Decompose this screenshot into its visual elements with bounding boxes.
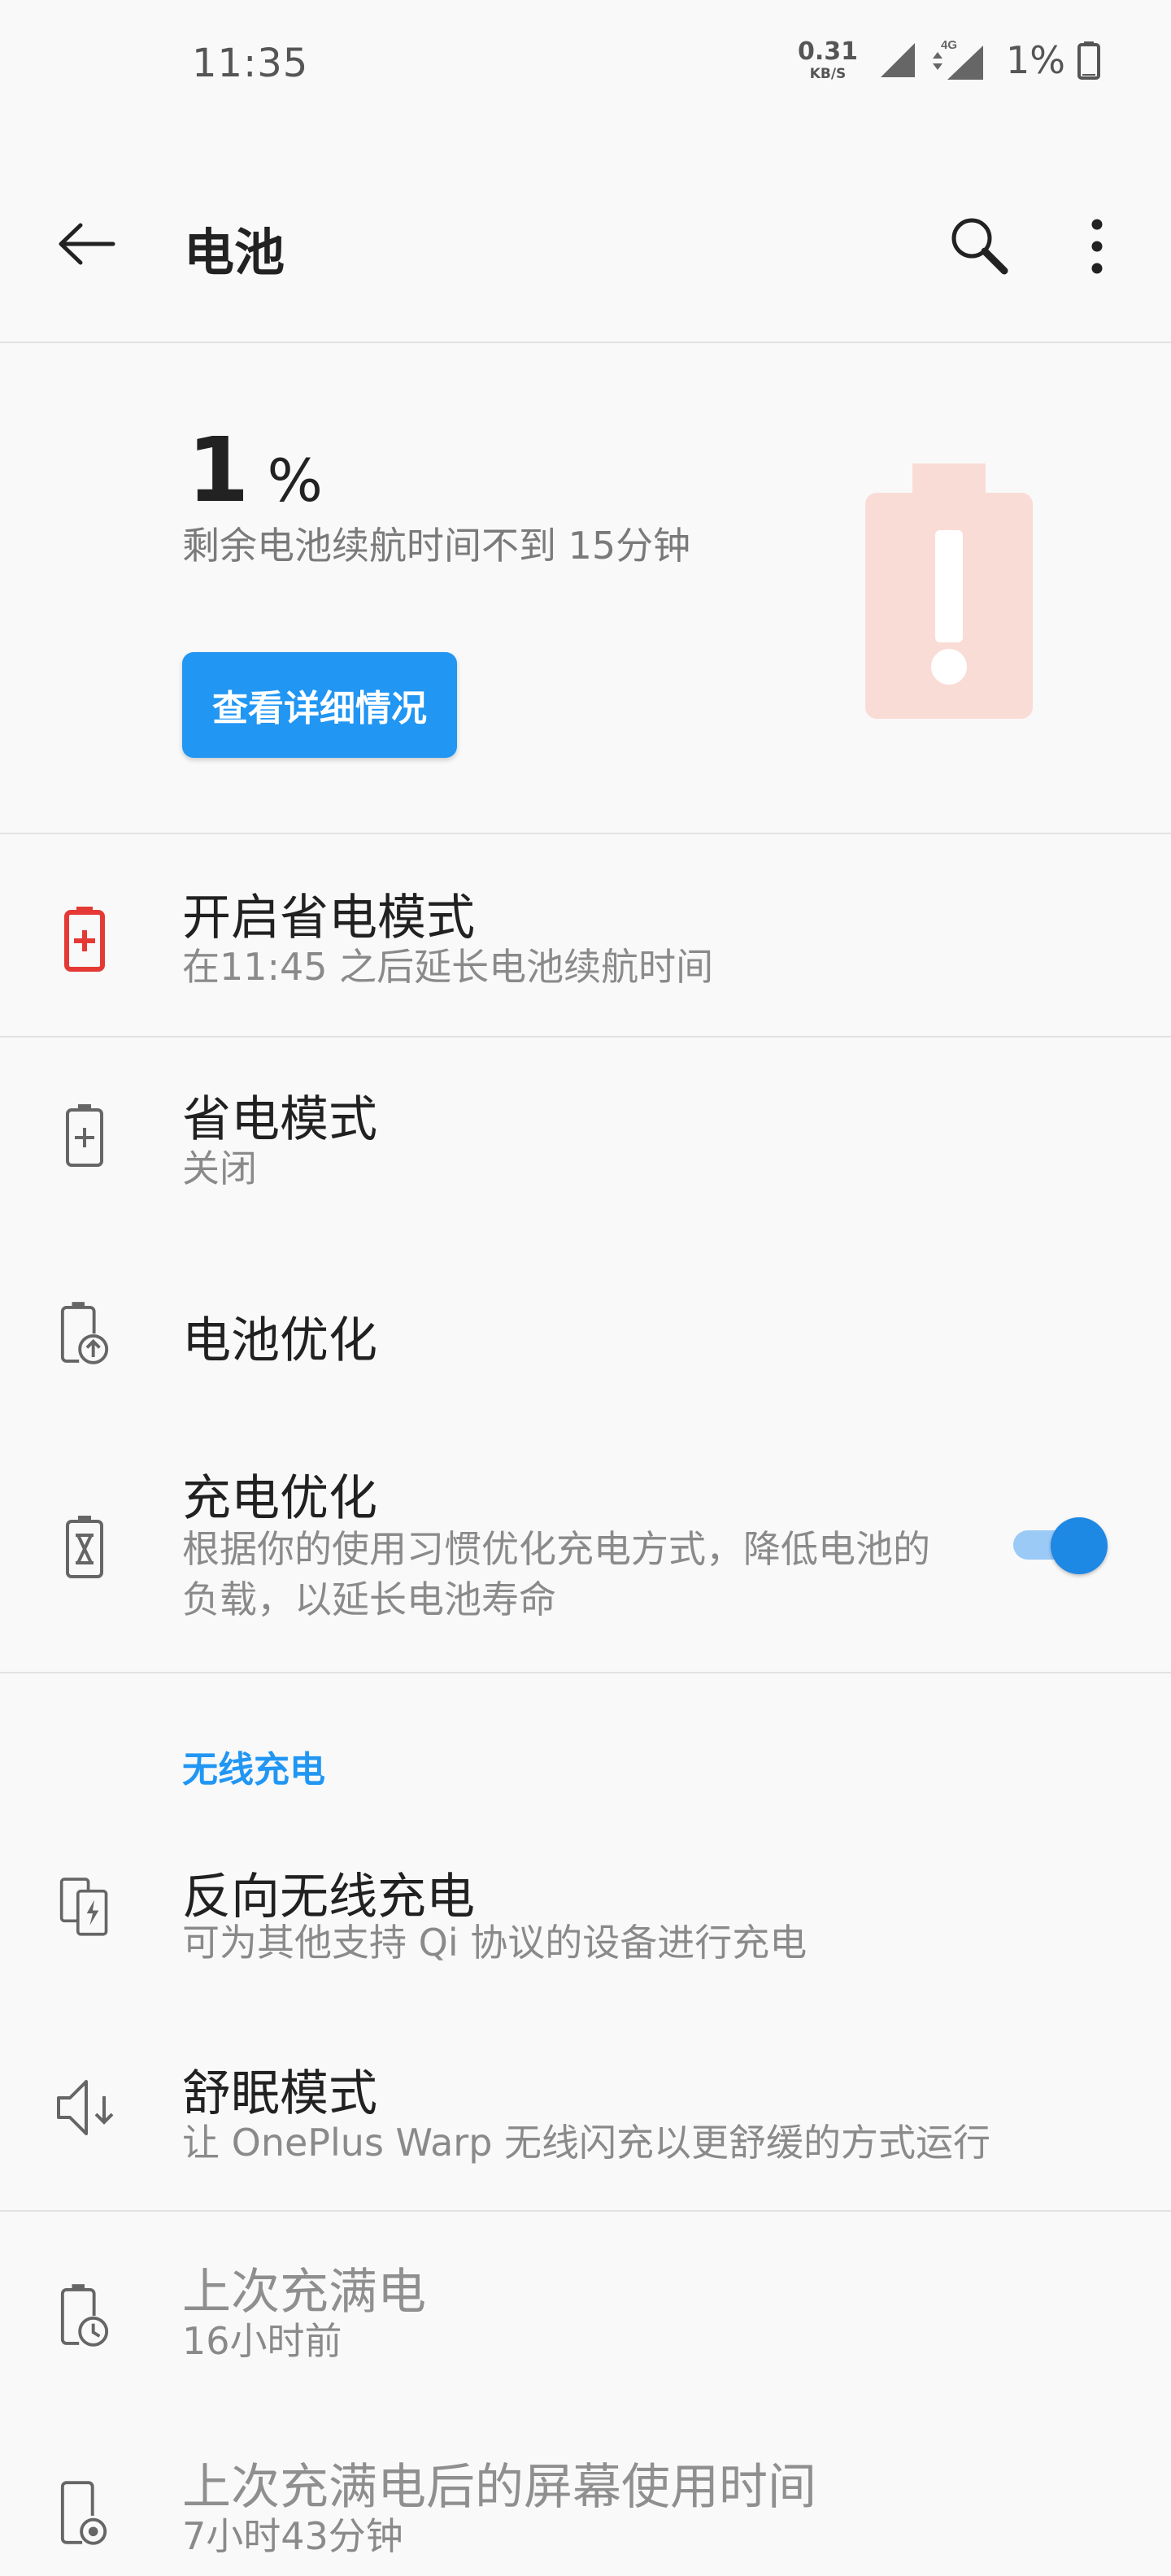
screen-usage-title: 上次充满电后的屏幕使用时间 — [182, 2459, 816, 2516]
battery-level-value: 1 — [187, 418, 250, 522]
reverse-wireless-charging-item[interactable]: 反向无线充电 可为其他支持 Qi 协议的设备进行充电 — [0, 1813, 1171, 2008]
power-saving-mode-status: 关闭 — [182, 1147, 257, 1190]
network-speed-unit: KB/S — [809, 65, 847, 82]
app-bar: 电池 — [0, 130, 1171, 343]
battery-status-icon — [1077, 41, 1100, 80]
network-type-label: 4G — [941, 38, 957, 52]
enable-power-saving-subtitle: 在11:45 之后延长电池续航时间 — [182, 945, 714, 989]
signal-icon — [881, 43, 916, 77]
battery-level-unit: % — [267, 446, 323, 515]
view-details-button[interactable]: 查看详细情况 — [182, 652, 457, 758]
battery-optimization-title: 电池优化 — [182, 1312, 377, 1369]
battery-level: 1 % — [187, 418, 323, 522]
page-title: 电池 — [184, 223, 285, 282]
sleep-mode-item[interactable]: 舒眠模式 让 OnePlus Warp 无线闪充以更舒缓的方式运行 — [0, 2008, 1171, 2210]
charging-optimization-subtitle: 根据你的使用习惯优化充电方式，降低电池的负载，以延长电池寿命 — [182, 1527, 930, 1621]
sleep-mode-title: 舒眠模式 — [182, 2065, 377, 2122]
battery-plus-icon — [59, 1094, 111, 1176]
power-saving-mode-title: 省电模式 — [182, 1091, 377, 1148]
search-button[interactable] — [943, 210, 1016, 283]
battery-clock-icon — [59, 2274, 111, 2355]
reverse-wireless-subtitle: 可为其他支持 Qi 协议的设备进行充电 — [182, 1921, 808, 1965]
toggle-thumb — [1051, 1517, 1108, 1574]
signal-4g-icon: 4G — [933, 38, 984, 80]
search-icon — [951, 218, 1008, 275]
last-full-charge-item: 上次充满电 16小时前 — [0, 2212, 1171, 2407]
phone-usage-icon — [59, 2472, 111, 2553]
battery-alert-icon — [865, 463, 1033, 719]
charging-optimization-title: 充电优化 — [182, 1470, 377, 1527]
enable-power-saving-item[interactable]: 开启省电模式 在11:45 之后延长电池续航时间 — [0, 836, 1171, 1036]
last-full-charge-title: 上次充满电 — [182, 2264, 426, 2321]
network-speed-value: 0.31 — [797, 37, 859, 66]
status-icons: 0.31 KB/S 4G 1% — [798, 37, 1101, 83]
power-saving-mode-item[interactable]: 省电模式 关闭 — [0, 1038, 1171, 1236]
battery-plus-red-icon — [59, 898, 111, 979]
battery-upload-icon — [59, 1291, 111, 1373]
screen-usage-value: 7小时43分钟 — [182, 2514, 403, 2558]
screen-usage-item: 上次充满电后的屏幕使用时间 7小时43分钟 — [0, 2407, 1171, 2576]
divider — [0, 1672, 1171, 1673]
wireless-charging-section-header: 无线充电 — [182, 1749, 325, 1791]
reverse-charge-icon — [59, 1865, 111, 1947]
battery-percent-text: 1% — [1006, 38, 1065, 82]
charging-optimization-item[interactable]: 充电优化 根据你的使用习惯优化充电方式，降低电池的负载，以延长电池寿命 — [0, 1428, 1171, 1672]
battery-summary: 1 % 剩余电池续航时间不到 15分钟 查看详细情况 — [0, 343, 1171, 834]
last-full-charge-value: 16小时前 — [182, 2319, 342, 2363]
battery-hourglass-icon — [59, 1506, 111, 1587]
volume-down-icon — [54, 2067, 119, 2148]
network-speed: 0.31 KB/S — [797, 37, 859, 82]
sleep-mode-subtitle: 让 OnePlus Warp 无线闪充以更舒缓的方式运行 — [182, 2121, 991, 2165]
back-button[interactable] — [46, 203, 127, 285]
more-options-button[interactable] — [1060, 210, 1134, 283]
arrow-left-icon — [59, 223, 115, 265]
status-bar: 11:35 0.31 KB/S 4G 1% — [0, 0, 1171, 130]
status-time: 11:35 — [192, 41, 309, 86]
remaining-time-text: 剩余电池续航时间不到 15分钟 — [182, 524, 691, 568]
charging-optimization-toggle[interactable] — [1013, 1516, 1109, 1574]
enable-power-saving-title: 开启省电模式 — [182, 890, 475, 946]
more-vert-icon — [1091, 219, 1103, 274]
battery-optimization-item[interactable]: 电池优化 — [0, 1236, 1171, 1428]
